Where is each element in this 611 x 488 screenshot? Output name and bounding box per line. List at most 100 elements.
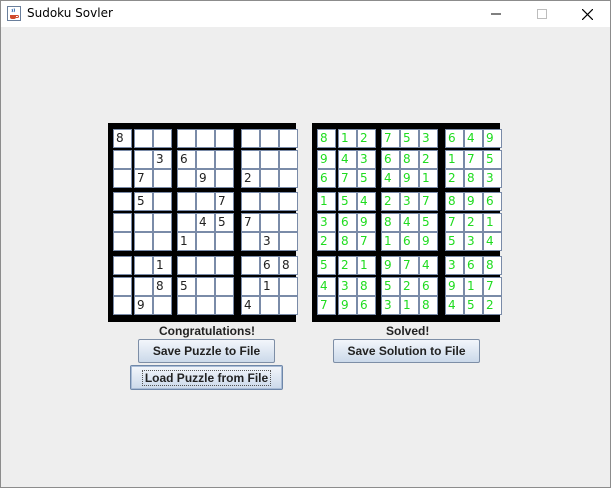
close-button[interactable] [564,1,610,27]
puzzle-cell-r3-c4[interactable] [177,169,196,188]
puzzle-cell-r2-c5[interactable] [196,150,215,169]
puzzle-cell-r4-c2[interactable]: 5 [134,192,153,211]
solution-cell-r1-c5: 5 [400,129,419,148]
puzzle-cell-r6-c7[interactable] [241,232,260,251]
puzzle-cell-r2-c1[interactable] [113,150,132,169]
puzzle-cell-r6-c8[interactable]: 3 [260,232,279,251]
puzzle-cell-r7-c9[interactable]: 8 [279,256,298,275]
puzzle-cell-r3-c3[interactable] [153,169,172,188]
puzzle-cell-r3-c8[interactable] [260,169,279,188]
puzzle-cell-r4-c8[interactable] [260,192,279,211]
solution-cell-r9-c6: 8 [419,296,438,315]
puzzle-cell-r9-c7[interactable]: 4 [241,296,260,315]
solution-cell-r8-c8: 1 [464,277,483,296]
solution-cell-r9-c3: 6 [357,296,376,315]
puzzle-cell-r2-c3[interactable]: 3 [153,150,172,169]
puzzle-cell-r1-c3[interactable] [153,129,172,148]
puzzle-cell-r2-c8[interactable] [260,150,279,169]
puzzle-cell-r3-c9[interactable] [279,169,298,188]
puzzle-cell-r5-c2[interactable] [134,213,153,232]
puzzle-cell-r3-c5[interactable]: 9 [196,169,215,188]
puzzle-cell-r1-c1[interactable]: 8 [113,129,132,148]
puzzle-cell-r9-c4[interactable] [177,296,196,315]
puzzle-cell-r2-c4[interactable]: 6 [177,150,196,169]
save-puzzle-button[interactable]: Save Puzzle to File [138,339,275,363]
minimize-button[interactable] [473,1,519,27]
puzzle-cell-r1-c4[interactable] [177,129,196,148]
save-solution-button[interactable]: Save Solution to File [333,339,480,363]
puzzle-cell-r6-c5[interactable] [196,232,215,251]
puzzle-cell-r2-c9[interactable] [279,150,298,169]
puzzle-cell-r6-c1[interactable] [113,232,132,251]
puzzle-cell-r4-c6[interactable]: 7 [215,192,234,211]
puzzle-cell-r9-c8[interactable] [260,296,279,315]
puzzle-cell-r7-c2[interactable] [134,256,153,275]
puzzle-cell-r4-c5[interactable] [196,192,215,211]
puzzle-cell-r1-c6[interactable] [215,129,234,148]
solution-cell-r9-c8: 5 [464,296,483,315]
puzzle-cell-r6-c2[interactable] [134,232,153,251]
puzzle-cell-r5-c9[interactable] [279,213,298,232]
puzzle-cell-r7-c1[interactable] [113,256,132,275]
puzzle-cell-r9-c2[interactable]: 9 [134,296,153,315]
puzzle-cell-r8-c2[interactable] [134,277,153,296]
puzzle-cell-r8-c6[interactable] [215,277,234,296]
puzzle-cell-r7-c8[interactable]: 6 [260,256,279,275]
puzzle-cell-r8-c7[interactable] [241,277,260,296]
puzzle-cell-r5-c1[interactable] [113,213,132,232]
puzzle-cell-r8-c5[interactable] [196,277,215,296]
solution-cell-r4-c3: 4 [357,192,376,211]
solution-cell-r1-c3: 2 [357,129,376,148]
puzzle-cell-r9-c6[interactable] [215,296,234,315]
puzzle-cell-r5-c7[interactable]: 7 [241,213,260,232]
puzzle-cell-r6-c9[interactable] [279,232,298,251]
puzzle-cell-r1-c2[interactable] [134,129,153,148]
solution-cell-r2-c3: 3 [357,150,376,169]
puzzle-cell-r3-c7[interactable]: 2 [241,169,260,188]
puzzle-cell-r8-c1[interactable] [113,277,132,296]
puzzle-cell-r5-c6[interactable]: 5 [215,213,234,232]
puzzle-cell-r7-c4[interactable] [177,256,196,275]
puzzle-cell-r1-c9[interactable] [279,129,298,148]
puzzle-cell-r4-c9[interactable] [279,192,298,211]
puzzle-cell-r4-c4[interactable] [177,192,196,211]
puzzle-cell-r7-c6[interactable] [215,256,234,275]
puzzle-cell-r1-c8[interactable] [260,129,279,148]
solution-cell-r7-c6: 4 [419,256,438,275]
puzzle-cell-r2-c7[interactable] [241,150,260,169]
puzzle-cell-r2-c2[interactable] [134,150,153,169]
puzzle-cell-r6-c6[interactable] [215,232,234,251]
puzzle-cell-r5-c8[interactable] [260,213,279,232]
puzzle-cell-r7-c5[interactable] [196,256,215,275]
puzzle-cell-r3-c6[interactable] [215,169,234,188]
solution-cell-r6-c5: 6 [400,232,419,251]
puzzle-cell-r3-c2[interactable]: 7 [134,169,153,188]
puzzle-cell-r6-c4[interactable]: 1 [177,232,196,251]
solution-cell-r7-c4: 9 [381,256,400,275]
puzzle-cell-r1-c7[interactable] [241,129,260,148]
load-puzzle-button[interactable]: Load Puzzle from File [130,365,283,390]
puzzle-cell-r4-c1[interactable] [113,192,132,211]
puzzle-cell-r5-c3[interactable] [153,213,172,232]
title-bar[interactable]: Sudoku Sovler [1,1,610,27]
puzzle-cell-r9-c1[interactable] [113,296,132,315]
puzzle-cell-r5-c4[interactable] [177,213,196,232]
puzzle-cell-r4-c3[interactable] [153,192,172,211]
puzzle-cell-r5-c5[interactable]: 4 [196,213,215,232]
puzzle-cell-r2-c6[interactable] [215,150,234,169]
puzzle-cell-r8-c4[interactable]: 5 [177,277,196,296]
puzzle-cell-r4-c7[interactable] [241,192,260,211]
puzzle-cell-r8-c3[interactable]: 8 [153,277,172,296]
puzzle-cell-r9-c9[interactable] [279,296,298,315]
puzzle-cell-r7-c3[interactable]: 1 [153,256,172,275]
puzzle-cell-r3-c1[interactable] [113,169,132,188]
puzzle-cell-r6-c3[interactable] [153,232,172,251]
solution-cell-r5-c6: 5 [419,213,438,232]
puzzle-cell-r1-c5[interactable] [196,129,215,148]
puzzle-cell-r8-c8[interactable]: 1 [260,277,279,296]
maximize-button[interactable] [519,1,565,27]
puzzle-cell-r9-c3[interactable] [153,296,172,315]
puzzle-cell-r7-c7[interactable] [241,256,260,275]
puzzle-cell-r9-c5[interactable] [196,296,215,315]
puzzle-cell-r8-c9[interactable] [279,277,298,296]
